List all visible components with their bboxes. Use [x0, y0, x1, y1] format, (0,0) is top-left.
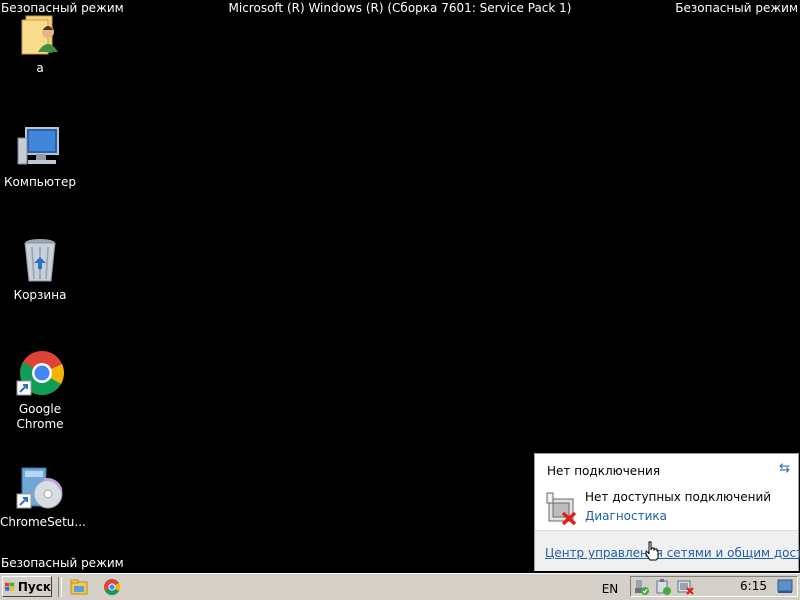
desktop-icon-label: Компьютер [4, 175, 76, 189]
explorer-quicklaunch-icon[interactable] [70, 578, 88, 596]
network-popup-footer: Центр управления сетями и общим доступо [535, 530, 800, 571]
windows-logo-icon [5, 582, 15, 591]
start-button-label: Пуск [17, 579, 51, 594]
hand-cursor-icon [645, 541, 659, 561]
clock[interactable]: 6:15 [740, 577, 767, 596]
network-status-text: Нет доступных подключений [585, 490, 772, 504]
desktop-icon-label: a [36, 61, 44, 75]
safe-mode-label-bottom-left: Безопасный режим [1, 556, 124, 570]
desktop-icon-label: Google Chrome [16, 402, 64, 431]
installer-icon [16, 464, 64, 512]
desktop-icon-google-chrome[interactable]: Google Chrome [0, 351, 80, 432]
chrome-quicklaunch-icon[interactable] [103, 578, 121, 596]
desktop-icon-chrome-setup[interactable]: ChromeSetu... [0, 464, 86, 530]
network-tray-icon[interactable] [677, 579, 695, 599]
recycle-bin-icon [16, 237, 64, 285]
show-desktop-icon[interactable] [777, 579, 793, 598]
desktop-icon-recycle-bin[interactable]: Корзина [0, 237, 80, 303]
action-center-icon[interactable] [655, 579, 671, 599]
chrome-icon [16, 351, 64, 399]
network-center-link[interactable]: Центр управления сетями и общим доступо [545, 546, 800, 560]
network-popup: Нет подключения ⇆ Нет доступных подключе… [534, 453, 800, 571]
network-disconnected-icon [545, 491, 579, 526]
safely-remove-icon[interactable] [633, 579, 649, 599]
user-folder-icon [16, 10, 64, 58]
refresh-icon[interactable]: ⇆ [779, 461, 790, 476]
desktop-icon-label: ChromeSetu... [0, 515, 86, 529]
taskbar-separator [58, 577, 62, 597]
language-indicator[interactable]: EN [595, 579, 625, 600]
taskbar: Пуск EN 6:15 [0, 573, 800, 600]
safe-mode-label-top-right: Безопасный режим [675, 1, 798, 15]
network-popup-title: Нет подключения [547, 464, 661, 478]
desktop-icon-computer[interactable]: Компьютер [0, 124, 80, 190]
system-tray: EN 6:15 [602, 576, 798, 599]
diagnostics-link[interactable]: Диагностика [585, 509, 667, 523]
desktop-icon-user-folder[interactable]: a [0, 10, 80, 76]
computer-icon [16, 124, 64, 172]
start-button[interactable]: Пуск [2, 576, 52, 597]
desktop-icon-label: Корзина [13, 288, 67, 302]
